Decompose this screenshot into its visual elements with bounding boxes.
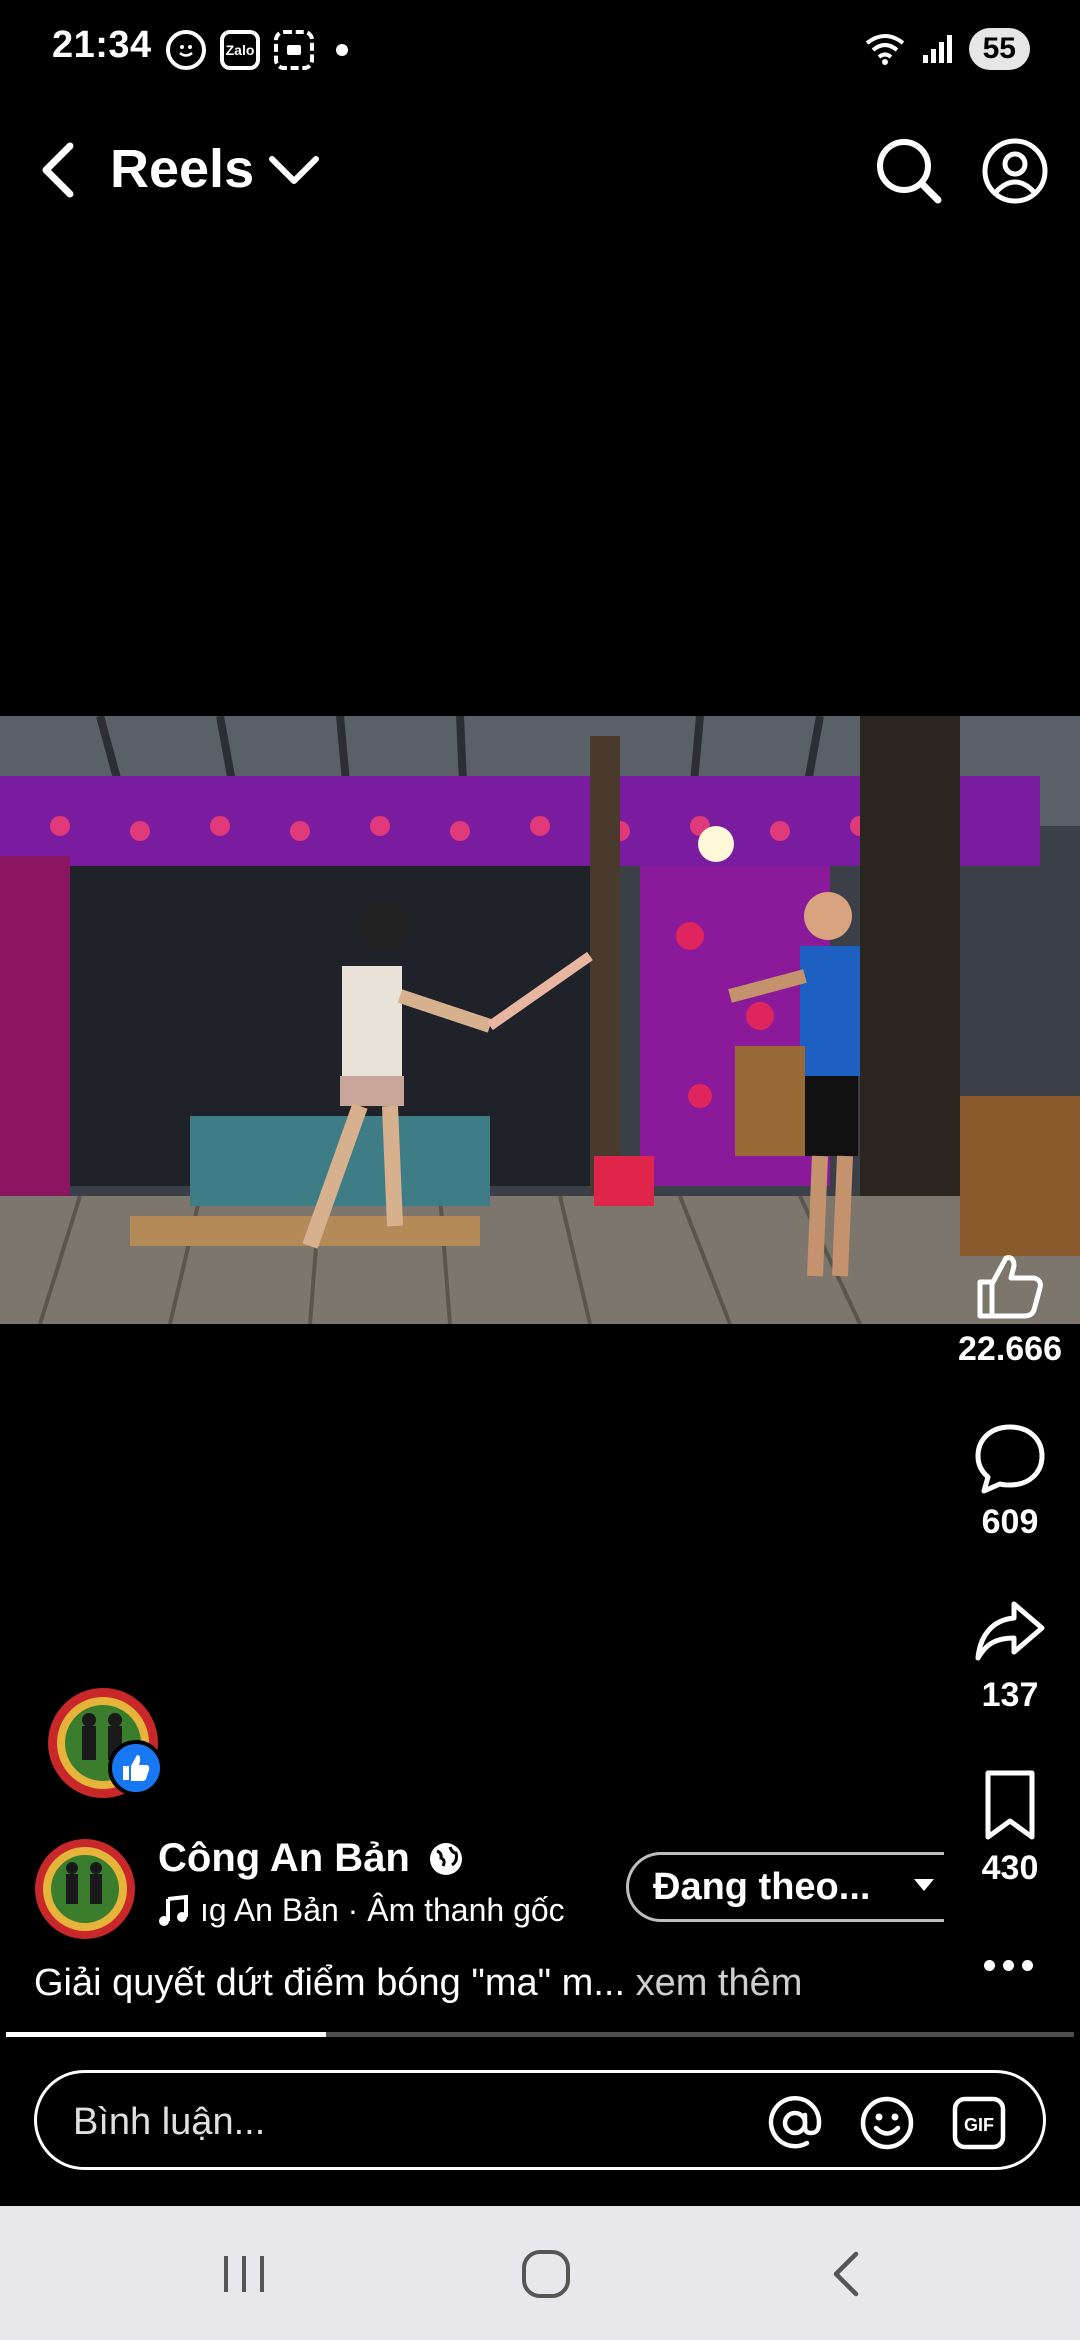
author-avatar[interactable] — [34, 1838, 136, 1940]
share-arrow-icon[interactable] — [974, 1596, 1046, 1668]
system-nav-bar — [0, 2206, 1080, 2340]
status-bar: 21:34 Zalo 55 — [0, 0, 1080, 100]
page-title: Reels — [110, 139, 255, 199]
gif-icon[interactable]: GIF — [951, 2095, 1007, 2151]
following-label: Đang theo... — [653, 1865, 871, 1908]
face-icon — [166, 30, 206, 70]
comment-input[interactable]: Bình luận... GIF — [34, 2070, 1046, 2170]
home-icon[interactable] — [516, 2246, 576, 2302]
status-notification-icons: Zalo — [166, 30, 348, 70]
see-more-link[interactable]: xem thêm — [636, 1962, 803, 2004]
author-name-row[interactable]: Công An Bản — [158, 1836, 464, 1881]
comment-placeholder: Bình luận... — [73, 2101, 266, 2143]
comment-action[interactable]: 609 — [974, 1423, 1046, 1542]
back-icon[interactable] — [30, 138, 90, 202]
reel-video[interactable] — [0, 716, 1080, 1324]
like-badge-icon — [108, 1740, 164, 1796]
screenshot-icon — [274, 30, 314, 70]
audio-label: ıg An Bản · Âm thanh gốc — [200, 1892, 565, 1928]
reels-header: Reels — [0, 120, 1080, 220]
like-action[interactable]: 22.666 — [958, 1250, 1062, 1369]
reels-title-dropdown[interactable]: Reels — [110, 138, 322, 200]
save-count: 430 — [981, 1849, 1039, 1887]
profile-icon[interactable] — [980, 136, 1050, 206]
globe-icon — [429, 1842, 462, 1875]
following-button[interactable]: Đang theo... — [626, 1852, 944, 1922]
author-name: Công An Bản — [158, 1836, 410, 1880]
battery-indicator: 55 — [968, 28, 1030, 70]
more-options-icon[interactable] — [978, 1950, 1038, 1980]
chevron-down-icon — [269, 156, 320, 184]
share-action[interactable]: 137 — [974, 1596, 1046, 1715]
comment-bubble-icon[interactable] — [974, 1423, 1046, 1495]
emoji-icon[interactable] — [859, 2095, 915, 2151]
audio-track[interactable]: ıg An Bản · Âm thanh gốc — [158, 1892, 588, 1929]
thumbs-up-icon[interactable] — [974, 1250, 1046, 1322]
video-progress-fill — [6, 2032, 327, 2037]
like-count: 22.666 — [958, 1330, 1062, 1368]
gif-label: GIF — [964, 2115, 994, 2135]
wifi-icon — [865, 34, 904, 65]
action-rail: 22.666 609 137 430 — [940, 1250, 1080, 1888]
nav-back-icon[interactable] — [818, 2246, 878, 2302]
video-progress-bar[interactable] — [6, 2032, 1074, 2037]
caption-text: Giải quyết dứt điểm bóng "ma" m... — [34, 1962, 626, 2004]
share-count: 137 — [981, 1676, 1039, 1714]
music-note-icon — [159, 1894, 188, 1926]
caret-down-icon — [914, 1879, 934, 1891]
comment-count: 609 — [981, 1503, 1039, 1541]
zalo-icon: Zalo — [220, 30, 260, 70]
bookmark-icon[interactable] — [974, 1769, 1046, 1841]
post-caption[interactable]: Giải quyết dứt điểm bóng "ma" m... xem t… — [34, 1962, 894, 2006]
dot-icon — [336, 44, 348, 56]
signal-icon — [922, 35, 952, 63]
save-action[interactable]: 430 — [974, 1769, 1046, 1888]
status-time: 21:34 — [52, 24, 152, 66]
status-system-icons: 55 — [863, 28, 1030, 70]
recent-apps-icon[interactable] — [214, 2246, 274, 2302]
search-icon[interactable] — [874, 136, 944, 206]
mention-icon[interactable] — [767, 2095, 823, 2151]
